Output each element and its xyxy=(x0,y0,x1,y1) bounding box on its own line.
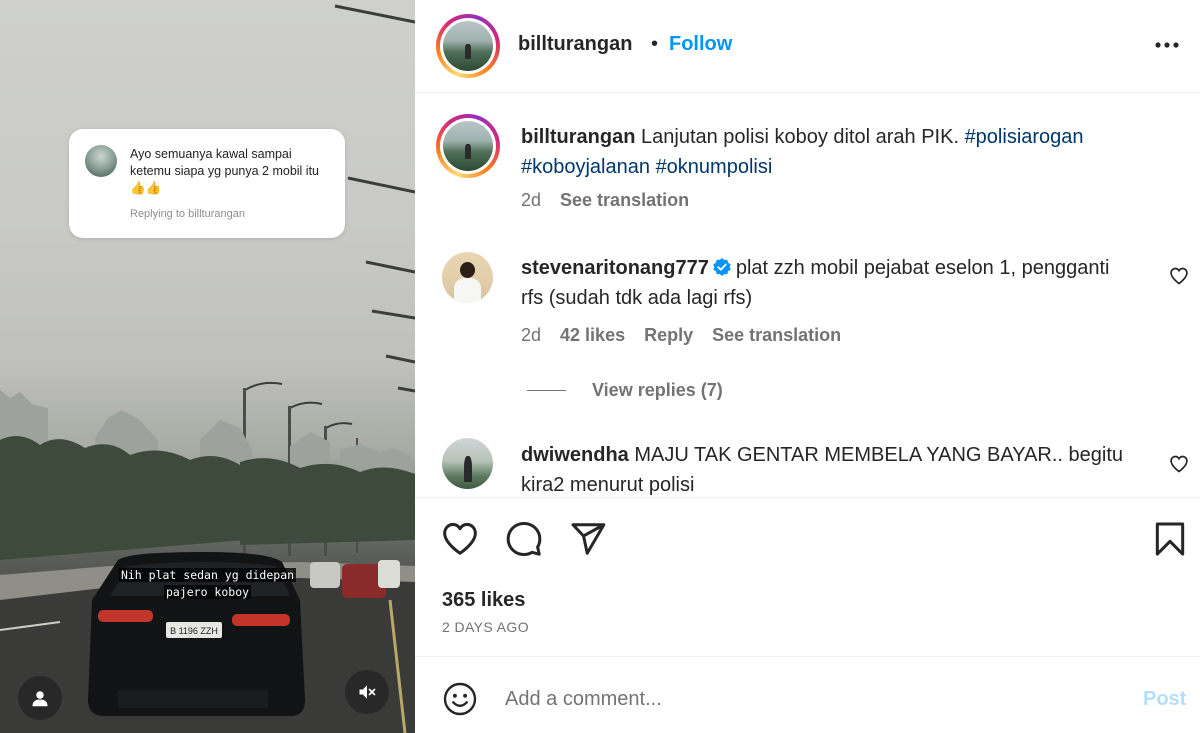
post-media[interactable]: B 1196 ZZH Ayo semuanya kawal sampai ket… xyxy=(0,0,415,733)
comment-bubble-icon[interactable] xyxy=(505,520,543,558)
emoji-icon[interactable] xyxy=(442,681,478,717)
view-replies-button[interactable]: View replies (7) xyxy=(527,380,723,401)
post-actions: 365 likes 2 DAYS AGO xyxy=(415,497,1200,655)
video-frame: B 1196 ZZH xyxy=(0,4,415,733)
comment-reply-button[interactable]: Reply xyxy=(644,325,693,346)
share-paper-plane-icon[interactable] xyxy=(569,520,607,558)
follow-button[interactable]: Follow xyxy=(669,33,732,56)
hashtag[interactable]: #koboyjalanan xyxy=(521,156,650,178)
comment-like-heart-icon[interactable] xyxy=(1169,266,1189,286)
story-reply-card: Ayo semuanya kawal sampai ketemu siapa y… xyxy=(69,129,345,238)
post-details-panel: billturangan • Follow billturangan Lanju… xyxy=(415,0,1200,733)
user-icon xyxy=(32,691,48,707)
like-heart-icon[interactable] xyxy=(441,520,479,558)
comment-likes[interactable]: 42 likes xyxy=(560,325,625,346)
hashtag[interactable]: #polisiarogan xyxy=(965,126,1084,148)
hashtag[interactable]: #oknumpolisi xyxy=(656,156,773,178)
caption-author-avatar[interactable] xyxy=(436,114,500,178)
post-date: 2 DAYS AGO xyxy=(442,619,529,635)
post-comment-button[interactable]: Post xyxy=(1143,688,1186,711)
more-options-icon[interactable] xyxy=(1153,35,1181,55)
save-bookmark-icon[interactable] xyxy=(1151,520,1189,558)
header-separator: • xyxy=(651,33,659,55)
caption-see-translation[interactable]: See translation xyxy=(560,190,689,211)
reply-card-avatar xyxy=(85,145,117,177)
comment-meta: 2d 42 likes Reply See translation xyxy=(521,325,841,346)
license-plate: B 1196 ZZH xyxy=(170,626,218,636)
caption-time: 2d xyxy=(521,190,542,210)
overlay-line-1: Nih plat sedan yg didepan xyxy=(118,568,297,582)
comment-time: 2d xyxy=(521,325,542,345)
muted-speaker-icon xyxy=(359,685,376,699)
comment-text: stevenaritonang777 plat zzh mobil pejaba… xyxy=(521,253,1131,313)
commenter-avatar[interactable] xyxy=(442,252,493,303)
reply-card-text: Ayo semuanya kawal sampai ketemu siapa y… xyxy=(130,147,319,195)
post-header: billturangan • Follow xyxy=(415,0,1200,93)
view-replies-label: View replies (7) xyxy=(592,380,723,400)
comment-input[interactable] xyxy=(505,679,1105,719)
commenter-avatar[interactable] xyxy=(442,438,493,489)
author-username[interactable]: billturangan xyxy=(518,33,632,56)
comment-see-translation[interactable]: See translation xyxy=(712,325,841,346)
reply-card-replying-to: Replying to billturangan xyxy=(130,208,245,220)
tagged-users-button[interactable] xyxy=(18,676,62,720)
overlay-line-2: pajero koboy xyxy=(163,585,252,599)
comment-text: dwiwendha MAJU TAK GENTAR MEMBELA YANG B… xyxy=(521,440,1131,496)
comments-section[interactable]: billturangan Lanjutan polisi koboy ditol… xyxy=(415,94,1200,496)
add-comment-bar: Post xyxy=(415,656,1200,733)
likes-count[interactable]: 365 likes xyxy=(442,589,525,612)
comment-username[interactable]: stevenaritonang777 xyxy=(521,257,709,279)
caption-text: Lanjutan polisi koboy ditol arah PIK. xyxy=(641,126,959,148)
comment-username[interactable]: dwiwendha xyxy=(521,444,629,466)
caption-meta: 2d See translation xyxy=(521,190,689,211)
video-caption-overlay: Nih plat sedan yg didepan pajero koboy xyxy=(95,567,320,601)
comment-like-heart-icon[interactable] xyxy=(1169,454,1189,474)
caption-username[interactable]: billturangan xyxy=(521,126,635,148)
verified-badge-icon xyxy=(713,258,731,276)
replies-divider-line xyxy=(527,390,566,391)
mute-button[interactable] xyxy=(345,670,389,714)
author-avatar[interactable] xyxy=(436,14,500,78)
post-caption: billturangan Lanjutan polisi koboy ditol… xyxy=(521,122,1171,182)
